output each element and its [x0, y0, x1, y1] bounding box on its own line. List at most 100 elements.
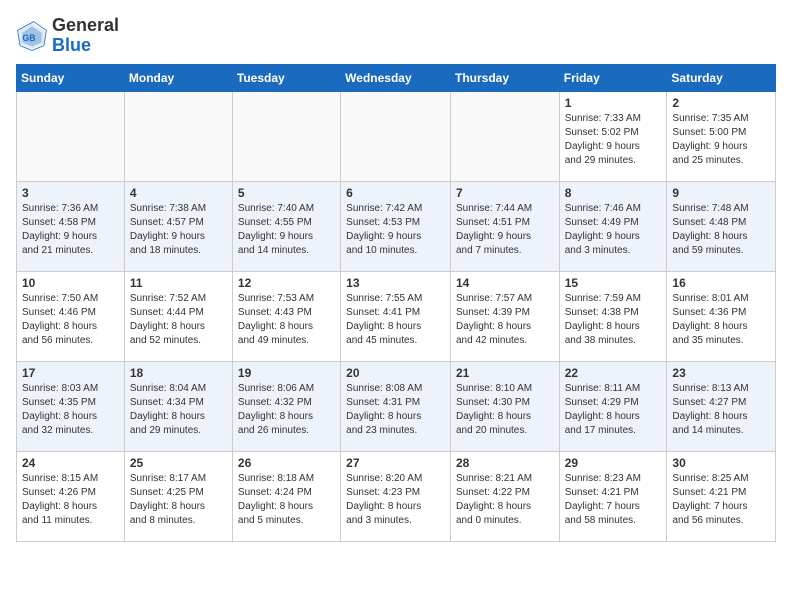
- day-info: Sunrise: 7:50 AMSunset: 4:46 PMDaylight:…: [22, 292, 119, 348]
- day-number: 7: [456, 186, 554, 200]
- day-info: Sunrise: 7:38 AMSunset: 4:57 PMDaylight:…: [130, 202, 227, 258]
- calendar-cell: 27Sunrise: 8:20 AMSunset: 4:23 PMDayligh…: [341, 451, 451, 541]
- calendar-cell: 21 Sunrise: 8:10 AMSunset: 4:30 PMDayligh…: [450, 361, 559, 451]
- day-number: 16: [672, 276, 770, 290]
- calendar-cell: 14 Sunrise: 7:57 AMSunset: 4:39 PMDayligh…: [450, 271, 559, 361]
- day-number: 13: [346, 276, 445, 290]
- day-info: Sunrise: 8:13 AMSunset: 4:27 PMDaylight:…: [672, 382, 770, 438]
- day-info: Sunrise: 8:23 AMSunset: 4:21 PMDaylight:…: [565, 472, 662, 528]
- calendar-cell: 10Sunrise: 7:50 AMSunset: 4:46 PMDayligh…: [17, 271, 125, 361]
- day-number: 12: [238, 276, 335, 290]
- day-info: Sunrise: 8:04 AMSunset: 4:34 PMDaylight:…: [130, 382, 227, 438]
- day-number: 26: [238, 456, 335, 470]
- day-number: 20: [346, 366, 445, 380]
- calendar-cell: 20 Sunrise: 8:08 AMSunset: 4:31 PMDayligh…: [341, 361, 451, 451]
- day-number: 4: [130, 186, 227, 200]
- day-info: Sunrise: 8:11 AMSunset: 4:29 PMDaylight:…: [565, 382, 662, 438]
- calendar-week-row: 1Sunrise: 7:33 AMSunset: 5:02 PMDaylight…: [17, 91, 776, 181]
- day-info: Sunrise: 7:44 AMSunset: 4:51 PMDaylight:…: [456, 202, 554, 258]
- calendar-cell: 8 Sunrise: 7:46 AMSunset: 4:49 PMDaylight…: [559, 181, 667, 271]
- calendar-cell: 1Sunrise: 7:33 AMSunset: 5:02 PMDaylight…: [559, 91, 667, 181]
- calendar-cell: 22 Sunrise: 8:11 AMSunset: 4:29 PMDayligh…: [559, 361, 667, 451]
- day-info: Sunrise: 7:46 AMSunset: 4:49 PMDaylight:…: [565, 202, 662, 258]
- logo: GB General Blue: [16, 16, 119, 56]
- calendar-cell: 18Sunrise: 8:04 AMSunset: 4:34 PMDayligh…: [124, 361, 232, 451]
- day-number: 28: [456, 456, 554, 470]
- day-info: Sunrise: 8:18 AMSunset: 4:24 PMDaylight:…: [238, 472, 335, 528]
- calendar-cell: 19 Sunrise: 8:06 AMSunset: 4:32 PMDayligh…: [232, 361, 340, 451]
- calendar-week-row: 3Sunrise: 7:36 AMSunset: 4:58 PMDaylight…: [17, 181, 776, 271]
- calendar-cell: 4 Sunrise: 7:38 AMSunset: 4:57 PMDaylight…: [124, 181, 232, 271]
- calendar-cell: [450, 91, 559, 181]
- logo-text-line1: General: [52, 16, 119, 36]
- header: GB General Blue: [16, 16, 776, 56]
- calendar-week-row: 17Sunrise: 8:03 AMSunset: 4:35 PMDayligh…: [17, 361, 776, 451]
- calendar-cell: 30Sunrise: 8:25 AMSunset: 4:21 PMDayligh…: [667, 451, 776, 541]
- calendar-cell: 9 Sunrise: 7:48 AMSunset: 4:48 PMDaylight…: [667, 181, 776, 271]
- day-info: Sunrise: 8:21 AMSunset: 4:22 PMDaylight:…: [456, 472, 554, 528]
- calendar-cell: 3Sunrise: 7:36 AMSunset: 4:58 PMDaylight…: [17, 181, 125, 271]
- calendar-body: 1Sunrise: 7:33 AMSunset: 5:02 PMDaylight…: [17, 91, 776, 541]
- calendar-header-row: SundayMondayTuesdayWednesdayThursdayFrid…: [17, 64, 776, 91]
- calendar-table: SundayMondayTuesdayWednesdayThursdayFrid…: [16, 64, 776, 542]
- day-number: 19: [238, 366, 335, 380]
- calendar-cell: 11 Sunrise: 7:52 AMSunset: 4:44 PMDayligh…: [124, 271, 232, 361]
- day-number: 14: [456, 276, 554, 290]
- day-number: 15: [565, 276, 662, 290]
- day-number: 9: [672, 186, 770, 200]
- calendar-cell: [17, 91, 125, 181]
- calendar-cell: 26 Sunrise: 8:18 AMSunset: 4:24 PMDayligh…: [232, 451, 340, 541]
- day-info: Sunrise: 7:57 AMSunset: 4:39 PMDaylight:…: [456, 292, 554, 348]
- day-info: Sunrise: 7:55 AMSunset: 4:41 PMDaylight:…: [346, 292, 445, 348]
- day-info: Sunrise: 7:40 AMSunset: 4:55 PMDaylight:…: [238, 202, 335, 258]
- calendar-cell: 7 Sunrise: 7:44 AMSunset: 4:51 PMDaylight…: [450, 181, 559, 271]
- calendar-cell: 23Sunrise: 8:13 AMSunset: 4:27 PMDayligh…: [667, 361, 776, 451]
- day-info: Sunrise: 7:53 AMSunset: 4:43 PMDaylight:…: [238, 292, 335, 348]
- svg-text:GB: GB: [22, 33, 35, 43]
- calendar-header-monday: Monday: [124, 64, 232, 91]
- day-number: 24: [22, 456, 119, 470]
- day-info: Sunrise: 7:52 AMSunset: 4:44 PMDaylight:…: [130, 292, 227, 348]
- calendar-cell: 5 Sunrise: 7:40 AMSunset: 4:55 PMDaylight…: [232, 181, 340, 271]
- day-number: 5: [238, 186, 335, 200]
- calendar-cell: 29 Sunrise: 8:23 AMSunset: 4:21 PMDayligh…: [559, 451, 667, 541]
- calendar-header-sunday: Sunday: [17, 64, 125, 91]
- day-info: Sunrise: 7:36 AMSunset: 4:58 PMDaylight:…: [22, 202, 119, 258]
- day-info: Sunrise: 8:10 AMSunset: 4:30 PMDaylight:…: [456, 382, 554, 438]
- calendar-header-thursday: Thursday: [450, 64, 559, 91]
- day-info: Sunrise: 8:08 AMSunset: 4:31 PMDaylight:…: [346, 382, 445, 438]
- day-number: 11: [130, 276, 227, 290]
- day-info: Sunrise: 7:48 AMSunset: 4:48 PMDaylight:…: [672, 202, 770, 258]
- calendar-header-tuesday: Tuesday: [232, 64, 340, 91]
- calendar-cell: 25Sunrise: 8:17 AMSunset: 4:25 PMDayligh…: [124, 451, 232, 541]
- day-number: 21: [456, 366, 554, 380]
- day-info: Sunrise: 7:35 AMSunset: 5:00 PMDaylight:…: [672, 112, 770, 168]
- calendar-cell: [341, 91, 451, 181]
- calendar-cell: 12 Sunrise: 7:53 AMSunset: 4:43 PMDayligh…: [232, 271, 340, 361]
- day-info: Sunrise: 8:20 AMSunset: 4:23 PMDaylight:…: [346, 472, 445, 528]
- calendar-cell: 24 Sunrise: 8:15 AMSunset: 4:26 PMDayligh…: [17, 451, 125, 541]
- day-number: 8: [565, 186, 662, 200]
- day-number: 2: [672, 96, 770, 110]
- day-info: Sunrise: 7:59 AMSunset: 4:38 PMDaylight:…: [565, 292, 662, 348]
- calendar-header-saturday: Saturday: [667, 64, 776, 91]
- calendar-cell: 17Sunrise: 8:03 AMSunset: 4:35 PMDayligh…: [17, 361, 125, 451]
- calendar-cell: [232, 91, 340, 181]
- calendar-cell: 13 Sunrise: 7:55 AMSunset: 4:41 PMDayligh…: [341, 271, 451, 361]
- calendar-cell: 2 Sunrise: 7:35 AMSunset: 5:00 PMDaylight…: [667, 91, 776, 181]
- day-info: Sunrise: 8:15 AMSunset: 4:26 PMDaylight:…: [22, 472, 119, 528]
- calendar-cell: 28 Sunrise: 8:21 AMSunset: 4:22 PMDayligh…: [450, 451, 559, 541]
- day-info: Sunrise: 8:01 AMSunset: 4:36 PMDaylight:…: [672, 292, 770, 348]
- day-number: 6: [346, 186, 445, 200]
- calendar-header-wednesday: Wednesday: [341, 64, 451, 91]
- calendar-header-friday: Friday: [559, 64, 667, 91]
- day-info: Sunrise: 8:25 AMSunset: 4:21 PMDaylight:…: [672, 472, 770, 528]
- day-number: 1: [565, 96, 662, 110]
- day-number: 22: [565, 366, 662, 380]
- calendar-cell: 6Sunrise: 7:42 AMSunset: 4:53 PMDaylight…: [341, 181, 451, 271]
- calendar-week-row: 10Sunrise: 7:50 AMSunset: 4:46 PMDayligh…: [17, 271, 776, 361]
- day-number: 29: [565, 456, 662, 470]
- day-info: Sunrise: 8:17 AMSunset: 4:25 PMDaylight:…: [130, 472, 227, 528]
- day-info: Sunrise: 8:06 AMSunset: 4:32 PMDaylight:…: [238, 382, 335, 438]
- calendar-cell: [124, 91, 232, 181]
